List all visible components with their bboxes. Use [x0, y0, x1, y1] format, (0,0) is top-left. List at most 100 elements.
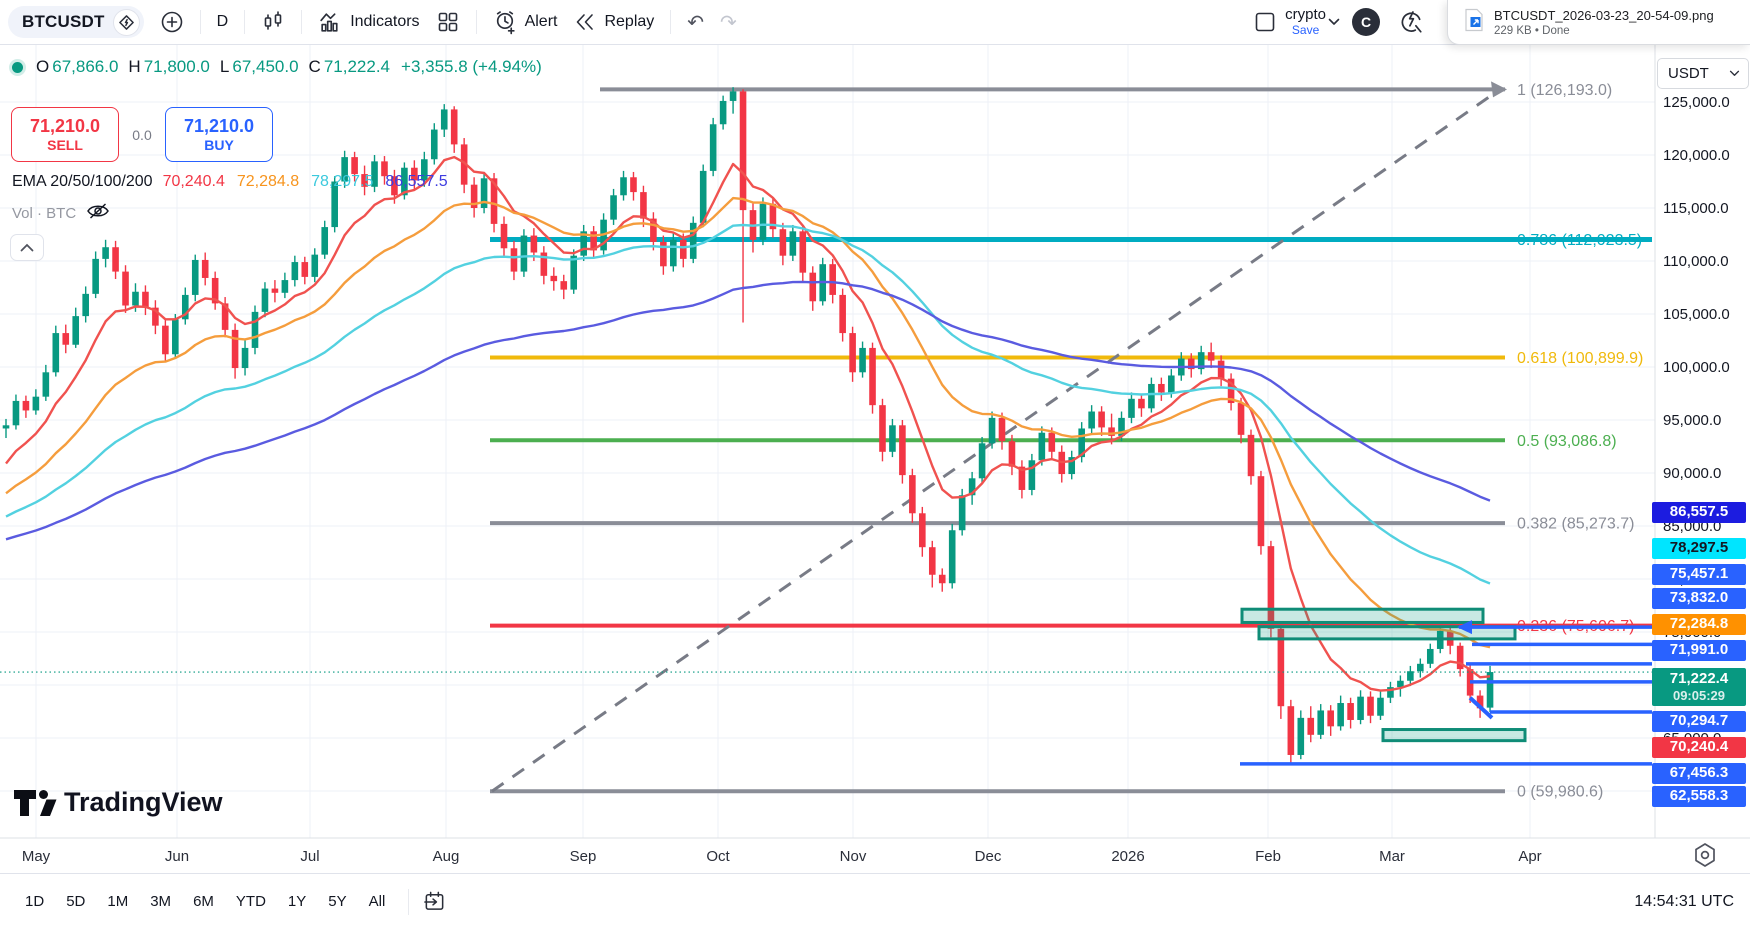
- redo-button[interactable]: ↷: [712, 4, 745, 41]
- range-5d[interactable]: 5D: [57, 887, 94, 916]
- download-notification[interactable]: BTCUSDT_2026-03-23_20-54-09.png 229 KB •…: [1447, 0, 1750, 45]
- svg-text:70,000.0: 70,000.0: [1663, 677, 1721, 694]
- collapse-pane-button[interactable]: [10, 234, 44, 261]
- svg-text:0.5 (93,086.8): 0.5 (93,086.8): [1517, 433, 1617, 450]
- currency-label: USDT: [1668, 65, 1709, 82]
- alert-label: Alert: [524, 13, 558, 30]
- indicators-label: Indicators: [350, 13, 420, 30]
- svg-text:110,000.0: 110,000.0: [1663, 253, 1729, 270]
- ohlc-values: O 67,866.0 H 71,800.0 L 67,450.0 C 71,222.4: [36, 57, 390, 77]
- svg-text:100,000.0: 100,000.0: [1663, 359, 1730, 376]
- replay-label: Replay: [604, 13, 655, 30]
- replay-button[interactable]: Replay: [565, 4, 662, 40]
- symbol-switcher[interactable]: BTCUSDT: [8, 6, 144, 38]
- ema-value: 70,240.4: [162, 173, 225, 190]
- layout-title: crypto: [1285, 6, 1326, 24]
- range-3m[interactable]: 3M: [141, 887, 180, 916]
- ema-legend[interactable]: EMA 20/50/100/200 70,240.4 72,284.8 78,297…: [12, 173, 448, 191]
- account-avatar[interactable]: C: [1352, 8, 1380, 36]
- zone-boxes: [1240, 607, 1527, 743]
- svg-text:125,000.0: 125,000.0: [1663, 94, 1730, 111]
- go-to-date-button[interactable]: [419, 886, 450, 917]
- svg-text:95,000.0: 95,000.0: [1663, 412, 1721, 429]
- svg-text:Nov: Nov: [840, 848, 867, 865]
- ema-values: 70,240.4 72,284.8 78,297.5 86,557.5: [163, 173, 448, 191]
- buy-price: 71,210.0: [183, 116, 255, 137]
- symbol-name: BTCUSDT: [22, 12, 105, 31]
- svg-text:85,000.0: 85,000.0: [1663, 518, 1721, 535]
- interval-button[interactable]: D: [209, 7, 237, 37]
- svg-text:90,000.0: 90,000.0: [1663, 465, 1721, 482]
- svg-text:Jun: Jun: [165, 848, 189, 865]
- svg-text:TradingView: TradingView: [64, 787, 224, 817]
- download-status: 229 KB • Done: [1494, 24, 1570, 37]
- volume-legend[interactable]: Vol · BTC: [12, 202, 110, 224]
- fib-retracement: 1 (126,193.0) 0.786 (112,023.5) 0.618 (100…: [490, 81, 1652, 801]
- svg-text:Oct: Oct: [706, 848, 730, 865]
- svg-text:Dec: Dec: [975, 848, 1002, 865]
- price-axis-ticks: 125,000.0 120,000.0 115,000.0 110,000.0 105,…: [1663, 94, 1730, 800]
- toolbar-divider: [408, 888, 410, 915]
- svg-text:Sep: Sep: [570, 848, 597, 865]
- sell-button[interactable]: 71,210.0 SELL: [11, 107, 119, 162]
- alert-button[interactable]: Alert: [485, 4, 566, 41]
- svg-text:Apr: Apr: [1518, 848, 1541, 865]
- svg-text:May: May: [22, 848, 51, 865]
- time-axis-labels: May Jun Jul Aug Sep Oct Nov Dec 2026 Feb Mar Apr: [22, 848, 1542, 865]
- volume-label: Vol · BTC: [12, 204, 77, 222]
- currency-selector[interactable]: USDT: [1657, 58, 1749, 89]
- range-1y[interactable]: 1Y: [279, 887, 315, 916]
- range-1d[interactable]: 1D: [16, 887, 53, 916]
- svg-text:120,000.0: 120,000.0: [1663, 147, 1730, 164]
- compare-add-button[interactable]: [152, 4, 192, 40]
- toolbar-divider: [301, 10, 303, 34]
- tradingview-logo: TradingView: [14, 787, 224, 817]
- range-5y[interactable]: 5Y: [319, 887, 355, 916]
- ema-value: 78,297.5: [311, 173, 374, 190]
- svg-text:105,000.0: 105,000.0: [1663, 306, 1730, 323]
- ohlc-legend[interactable]: O 67,866.0 H 71,800.0 L 67,450.0 C 71,222.4 +3,…: [12, 57, 542, 77]
- session-clock[interactable]: 14:54:31 UTC: [1634, 893, 1734, 911]
- layout-panel-button[interactable]: [1245, 4, 1285, 40]
- ema-value: 86,557.5: [385, 173, 448, 190]
- range-ytd[interactable]: YTD: [227, 887, 275, 916]
- toolbar-divider: [244, 10, 246, 34]
- trade-panel: 71,210.0 SELL 0.0 71,210.0 BUY: [11, 107, 273, 162]
- layout-name[interactable]: crypto Save: [1285, 7, 1326, 37]
- range-6m[interactable]: 6M: [184, 887, 223, 916]
- ema-value: 72,284.8: [236, 173, 300, 190]
- save-button[interactable]: Save: [1292, 23, 1319, 37]
- undo-button[interactable]: ↶: [679, 4, 712, 41]
- chart-canvas[interactable]: 1 (126,193.0) 0.786 (112,023.5) 0.618 (100…: [0, 45, 1750, 873]
- svg-text:2026: 2026: [1111, 848, 1144, 865]
- tradingview-app: BTCUSDT D Indicators Alert Replay ↶ ↷ cr…: [0, 0, 1750, 929]
- ema-label: EMA 20/50/100/200: [12, 173, 153, 190]
- svg-text:0.382 (85,273.7): 0.382 (85,273.7): [1517, 516, 1634, 533]
- svg-text:75,000.0: 75,000.0: [1663, 624, 1721, 641]
- buy-label: BUY: [204, 136, 234, 153]
- quick-search-icon[interactable]: [1390, 3, 1432, 41]
- indicator-templates-button[interactable]: [428, 4, 468, 40]
- range-all[interactable]: All: [360, 887, 395, 916]
- series-status-dot: [12, 61, 23, 73]
- eye-slash-icon[interactable]: [86, 202, 110, 224]
- svg-text:115,000.0: 115,000.0: [1663, 200, 1729, 217]
- ohlc-item: L 67,450.0: [219, 57, 299, 76]
- file-icon: [1464, 8, 1484, 37]
- layout-dropdown-chevron[interactable]: [1326, 12, 1342, 32]
- buy-button[interactable]: 71,210.0 BUY: [165, 107, 273, 162]
- toolbar-divider: [670, 10, 672, 34]
- svg-text:0.786 (112,023.5): 0.786 (112,023.5): [1517, 232, 1642, 249]
- svg-text:0 (59,980.6): 0 (59,980.6): [1517, 784, 1603, 801]
- indicators-button[interactable]: Indicators: [310, 4, 427, 41]
- change-value: +3,355.8 (+4.94%): [401, 57, 542, 76]
- ohlc-item: O 67,866.0: [36, 57, 119, 76]
- svg-text:Jul: Jul: [300, 848, 319, 865]
- ohlc-item: H 71,800.0: [128, 57, 210, 76]
- chart-style-button[interactable]: [253, 4, 293, 40]
- svg-text:1 (126,193.0): 1 (126,193.0): [1517, 82, 1612, 99]
- range-1m[interactable]: 1M: [98, 887, 137, 916]
- symbol-diamond-icon[interactable]: [112, 8, 140, 36]
- svg-text:Mar: Mar: [1379, 848, 1405, 865]
- toolbar-divider: [199, 10, 201, 34]
